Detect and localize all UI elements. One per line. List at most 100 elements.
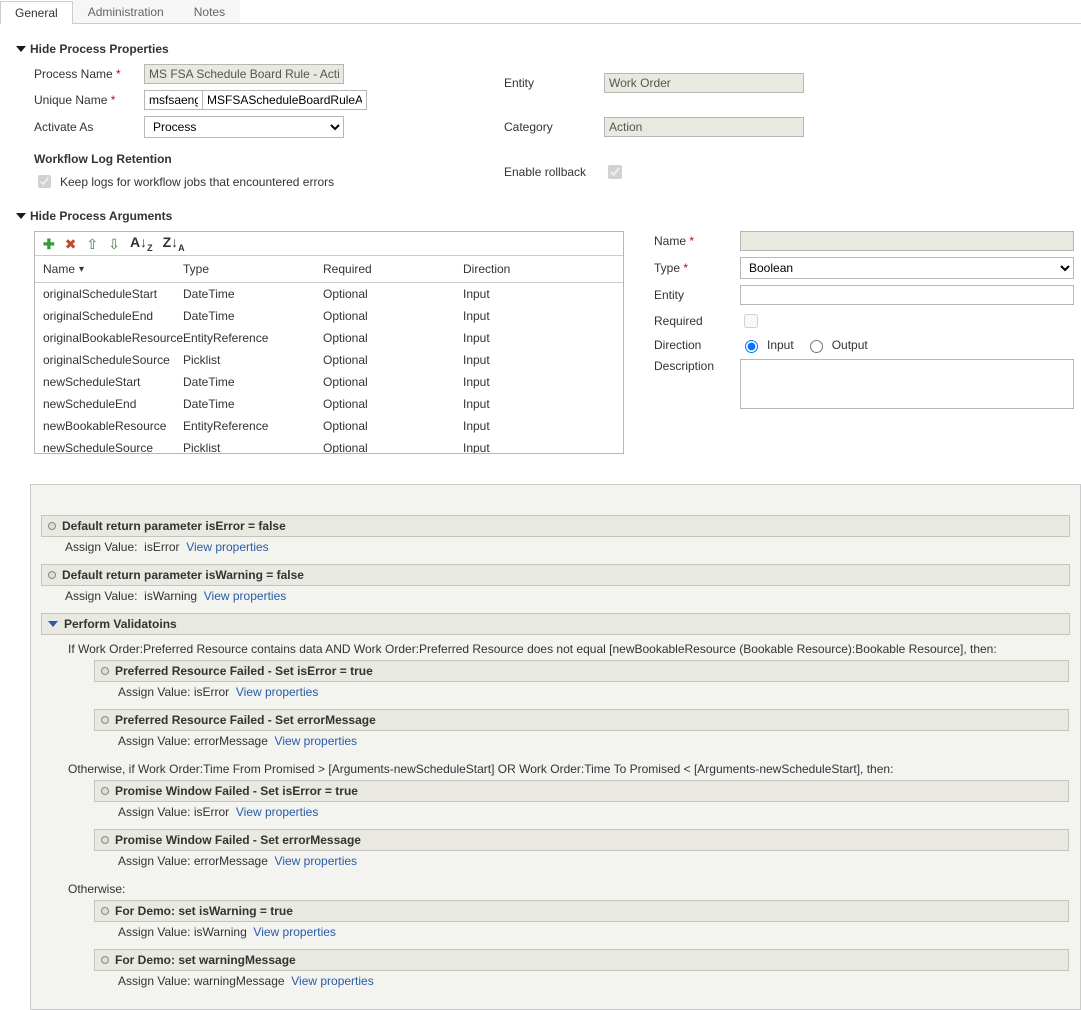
table-row[interactable]: newScheduleSourcePicklistOptionalInput: [35, 437, 623, 453]
table-row[interactable]: originalScheduleEndDateTimeOptionalInput: [35, 305, 623, 327]
view-properties-link[interactable]: View properties: [236, 805, 319, 819]
cell-direction: Input: [463, 419, 615, 433]
table-row[interactable]: newScheduleEndDateTimeOptionalInput: [35, 393, 623, 415]
step-title: Promise Window Failed - Set isError = tr…: [115, 784, 358, 798]
move-up-icon[interactable]: ⇧: [86, 237, 98, 251]
process-name-label: Process Name: [34, 67, 144, 81]
delete-icon[interactable]: ✖: [65, 237, 77, 251]
toggle-process-arguments[interactable]: Hide Process Arguments: [18, 209, 1081, 223]
rollback-label: Enable rollback: [504, 165, 604, 179]
direction-output-label: Output: [832, 338, 868, 352]
step-header[interactable]: For Demo: set warningMessage: [94, 949, 1069, 971]
bullet-icon: [101, 716, 109, 724]
table-row[interactable]: newBookableResourceEntityReferenceOption…: [35, 415, 623, 437]
section-title: Hide Process Arguments: [30, 209, 172, 223]
props-right-col: Entity Category Enable rollback: [504, 64, 804, 191]
unique-name-input[interactable]: [202, 90, 367, 110]
bullet-icon: [101, 836, 109, 844]
category-input[interactable]: [604, 117, 804, 137]
keep-logs-checkbox[interactable]: [38, 175, 51, 188]
cell-name: newScheduleStart: [43, 375, 183, 389]
unique-name-prefix-input[interactable]: [144, 90, 202, 110]
table-row[interactable]: newScheduleStartDateTimeOptionalInput: [35, 371, 623, 393]
entity-label: Entity: [504, 76, 604, 90]
cell-required: Optional: [323, 441, 463, 453]
table-row[interactable]: originalBookableResourceEntityReferenceO…: [35, 327, 623, 349]
col-direction[interactable]: Direction: [463, 262, 615, 276]
cell-type: DateTime: [183, 309, 323, 323]
cell-name: newScheduleSource: [43, 441, 183, 453]
sort-indicator-icon: ▾: [79, 264, 84, 275]
arg-description-input[interactable]: [740, 359, 1074, 409]
tab-bar: General Administration Notes: [0, 0, 1081, 24]
arg-required-checkbox[interactable]: [744, 314, 758, 328]
rollback-checkbox[interactable]: [608, 165, 622, 179]
view-properties-link[interactable]: View properties: [253, 925, 336, 939]
step-title: Default return parameter isError = false: [62, 519, 286, 533]
view-properties-link[interactable]: View properties: [186, 540, 269, 554]
cell-type: Picklist: [183, 441, 323, 453]
cell-direction: Input: [463, 353, 615, 367]
tab-administration[interactable]: Administration: [73, 0, 179, 23]
step-detail: Assign Value: warningMessage View proper…: [94, 971, 1069, 996]
step-header[interactable]: Preferred Resource Failed - Set errorMes…: [94, 709, 1069, 731]
cell-required: Optional: [323, 331, 463, 345]
arguments-area: ✚ ✖ ⇧ ⇩ A↓Z Z↓A Name▾ Type Required Dire…: [34, 231, 1081, 454]
entity-input[interactable]: [604, 73, 804, 93]
step-detail: Assign Value: isWarning View properties: [94, 922, 1069, 947]
section-title: Hide Process Properties: [30, 42, 169, 56]
cell-required: Optional: [323, 397, 463, 411]
step-header[interactable]: Preferred Resource Failed - Set isError …: [94, 660, 1069, 682]
table-row[interactable]: originalScheduleStartDateTimeOptionalInp…: [35, 283, 623, 305]
step-header[interactable]: Default return parameter isWarning = fal…: [41, 564, 1070, 586]
sort-asc-icon[interactable]: A↓Z: [130, 235, 153, 253]
chevron-down-icon: [48, 621, 58, 627]
view-properties-link[interactable]: View properties: [236, 685, 319, 699]
arguments-body[interactable]: originalScheduleStartDateTimeOptionalInp…: [35, 283, 623, 453]
col-type[interactable]: Type: [183, 262, 323, 276]
cell-direction: Input: [463, 309, 615, 323]
view-properties-link[interactable]: View properties: [275, 734, 358, 748]
step-header[interactable]: Perform Validatoins: [41, 613, 1070, 635]
direction-output-radio[interactable]: [810, 340, 823, 353]
step-title: Default return parameter isWarning = fal…: [62, 568, 304, 582]
cell-direction: Input: [463, 441, 615, 453]
step-header[interactable]: Promise Window Failed - Set isError = tr…: [94, 780, 1069, 802]
direction-input-radio[interactable]: [745, 340, 758, 353]
process-name-input[interactable]: [144, 64, 344, 84]
move-down-icon[interactable]: ⇩: [108, 237, 120, 251]
arg-type-select[interactable]: Boolean: [740, 257, 1074, 279]
col-required[interactable]: Required: [323, 262, 463, 276]
toggle-process-properties[interactable]: Hide Process Properties: [18, 42, 1081, 56]
workflow-steps-panel: Default return parameter isError = false…: [30, 484, 1081, 1010]
step-title: For Demo: set isWarning = true: [115, 904, 293, 918]
view-properties-link[interactable]: View properties: [291, 974, 374, 988]
tab-notes[interactable]: Notes: [179, 0, 240, 23]
if-condition: If Work Order:Preferred Resource contain…: [68, 638, 1069, 660]
step-detail: Assign Value: errorMessage View properti…: [94, 731, 1069, 756]
view-properties-link[interactable]: View properties: [204, 589, 287, 603]
view-properties-link[interactable]: View properties: [275, 854, 358, 868]
arg-required-label: Required: [654, 314, 740, 328]
step-header[interactable]: Default return parameter isError = false: [41, 515, 1070, 537]
add-icon[interactable]: ✚: [43, 237, 55, 251]
cell-type: EntityReference: [183, 419, 323, 433]
step-title: Preferred Resource Failed - Set errorMes…: [115, 713, 376, 727]
sort-desc-icon[interactable]: Z↓A: [163, 235, 185, 253]
step-detail: Assign Value: isWarning View properties: [41, 586, 1070, 611]
col-name[interactable]: Name▾: [43, 262, 183, 276]
table-row[interactable]: originalScheduleSourcePicklistOptionalIn…: [35, 349, 623, 371]
tab-general[interactable]: General: [0, 1, 73, 24]
process-properties-form: Process Name Unique Name Activate As Pro…: [34, 64, 1081, 191]
cell-type: EntityReference: [183, 331, 323, 345]
arg-name-input[interactable]: [740, 231, 1074, 251]
step-detail: Assign Value: isError View properties: [94, 802, 1069, 827]
step-header[interactable]: For Demo: set isWarning = true: [94, 900, 1069, 922]
cell-name: originalScheduleStart: [43, 287, 183, 301]
wf-log-header: Workflow Log Retention: [34, 152, 344, 166]
arg-entity-input[interactable]: [740, 285, 1074, 305]
chevron-down-icon: [16, 46, 26, 52]
cell-type: DateTime: [183, 287, 323, 301]
step-header[interactable]: Promise Window Failed - Set errorMessage: [94, 829, 1069, 851]
activate-as-select[interactable]: Process: [144, 116, 344, 138]
